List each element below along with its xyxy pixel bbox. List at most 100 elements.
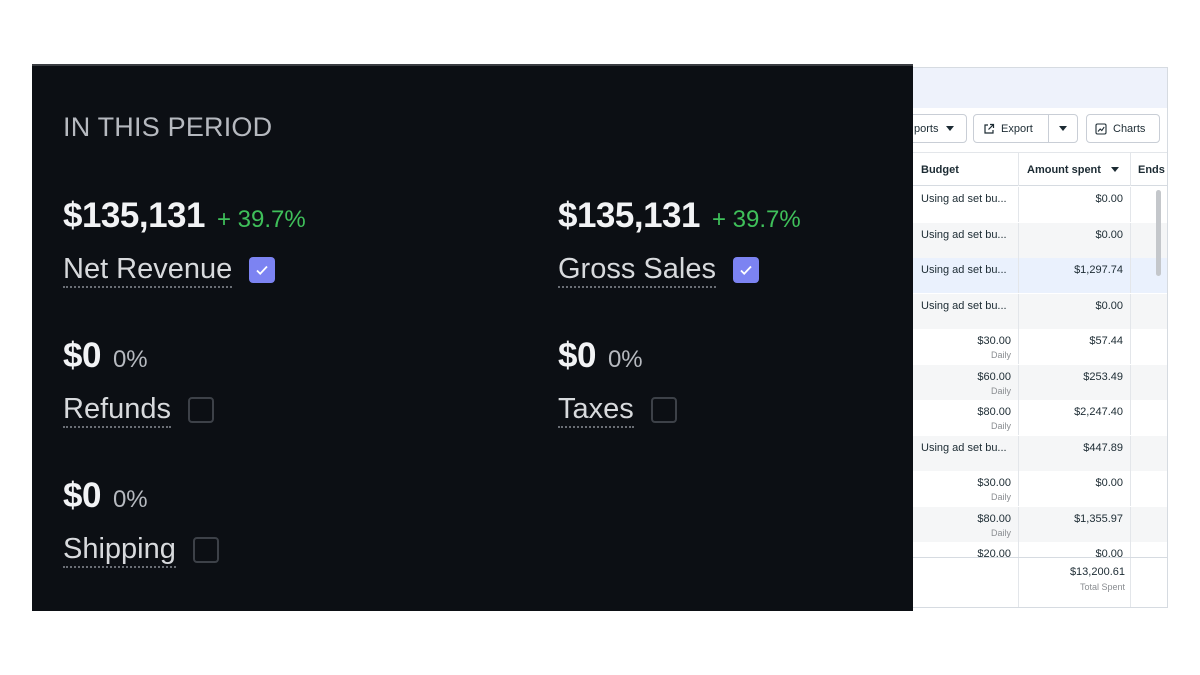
checkmark-icon	[740, 265, 752, 275]
table-footer: $13,200.61 Total Spent	[913, 557, 1167, 607]
amount-spent-cell: $253.49	[1018, 364, 1131, 400]
metric-label[interactable]: Refunds	[63, 392, 172, 428]
amount-spent-value: $447.89	[1083, 441, 1123, 454]
column-header-amount-spent[interactable]: Amount spent	[1018, 153, 1131, 186]
budget-cell: $80.00 Daily	[913, 400, 1018, 435]
amount-spent-cell: $2,247.40	[1018, 400, 1131, 435]
budget-period: Daily	[990, 527, 1011, 538]
ads-manager-table: ports Export Charts Budget Amount spent	[913, 67, 1168, 608]
table-row[interactable]: Using ad set bu... $447.89	[913, 435, 1167, 471]
charts-button[interactable]: Charts	[1086, 114, 1160, 143]
metric-refunds: $0 0% Refunds	[63, 336, 215, 428]
budget-value: Using ad set bu...	[921, 299, 1007, 312]
budget-period: Daily	[990, 492, 1011, 502]
export-icon	[984, 123, 995, 134]
table-row[interactable]: $80.00 Daily $1,355.97	[913, 506, 1167, 542]
metric-net-revenue: $135,131 + 39.7% Net Revenue	[63, 196, 306, 288]
table-row[interactable]: $60.00 Daily $253.49	[913, 364, 1167, 400]
metric-label[interactable]: Taxes	[558, 392, 634, 428]
amount-spent-value: $57.44	[1089, 335, 1123, 347]
budget-value: $60.00	[977, 370, 1011, 383]
metric-change: + 39.7%	[216, 206, 306, 233]
budget-cell: Using ad set bu...	[913, 223, 1018, 258]
budget-value: Using ad set bu...	[921, 441, 1007, 454]
metric-taxes: $0 0% Taxes	[558, 336, 677, 428]
budget-value: Using ad set bu...	[921, 264, 1007, 276]
table-row[interactable]: Using ad set bu... $0.00	[913, 187, 1167, 222]
column-header-ends[interactable]: Ends	[1138, 153, 1167, 186]
metric-label[interactable]: Shipping	[63, 532, 176, 568]
table-header: Budget Amount spent Ends	[913, 152, 1167, 186]
metric-label[interactable]: Net Revenue	[63, 252, 233, 288]
metric-change: + 39.7%	[711, 206, 801, 233]
sort-caret-icon	[1110, 167, 1119, 172]
amount-spent-value: $253.49	[1083, 370, 1123, 383]
metric-gross-sales: $135,131 + 39.7% Gross Sales	[558, 196, 801, 288]
metric-value: $0	[63, 476, 101, 515]
net-revenue-checkbox[interactable]	[249, 257, 276, 283]
budget-cell: Using ad set bu...	[913, 436, 1018, 471]
budget-cell: Using ad set bu...	[913, 187, 1018, 222]
metric-change: 0%	[607, 346, 643, 373]
budget-cell: $30.00 Daily	[913, 329, 1018, 364]
shipping-checkbox[interactable]	[192, 537, 219, 563]
panel-title: IN THIS PERIOD	[63, 112, 273, 142]
vertical-scrollbar[interactable]	[1156, 190, 1161, 276]
total-spent-cell: $13,200.61 Total Spent	[1018, 558, 1131, 607]
table-row[interactable]: Using ad set bu... $0.00	[913, 222, 1167, 258]
budget-value: $30.00	[977, 335, 1011, 347]
amount-spent-value: $2,247.40	[1074, 406, 1123, 418]
gross-sales-checkbox[interactable]	[732, 257, 759, 283]
checkmark-icon	[256, 265, 268, 275]
column-header-budget[interactable]: Budget	[921, 153, 1017, 186]
budget-value: Using ad set bu...	[921, 228, 1007, 241]
budget-value: $30.00	[977, 477, 1011, 489]
column-header-label: Ends	[1138, 163, 1165, 176]
export-label: Export	[1001, 122, 1033, 135]
reports-label: ports	[914, 122, 939, 135]
amount-spent-value: $1,355.97	[1074, 512, 1123, 525]
budget-value: Using ad set bu...	[921, 193, 1007, 205]
budget-period: Daily	[990, 385, 1011, 396]
export-dropdown-button[interactable]	[1048, 114, 1078, 143]
header-band	[913, 68, 1167, 108]
metric-shipping: $0 0% Shipping	[63, 476, 219, 568]
table-row[interactable]: Using ad set bu... $0.00	[913, 293, 1167, 329]
table-row[interactable]: $30.00 Daily $57.44	[913, 329, 1167, 364]
amount-spent-value: $1,297.74	[1074, 264, 1123, 276]
amount-spent-cell: $0.00	[1018, 187, 1131, 222]
charts-label: Charts	[1113, 122, 1146, 135]
metric-change: 0%	[112, 346, 148, 373]
refunds-checkbox[interactable]	[188, 397, 215, 423]
export-button[interactable]: Export	[973, 114, 1049, 143]
amount-spent-cell: $0.00	[1018, 293, 1131, 329]
taxes-checkbox[interactable]	[650, 397, 677, 423]
chevron-down-icon	[946, 126, 955, 131]
amount-spent-value: $0.00	[1095, 477, 1123, 489]
table-row[interactable]: Using ad set bu... $1,297.74	[913, 258, 1167, 293]
amount-spent-cell: $0.00	[1018, 222, 1131, 258]
metric-value: $0	[63, 336, 101, 375]
table-row[interactable]: $30.00 Daily $0.00	[913, 471, 1167, 506]
budget-cell: Using ad set bu...	[913, 294, 1018, 329]
metric-value: $0	[558, 336, 596, 375]
amount-spent-cell: $447.89	[1018, 435, 1131, 471]
budget-cell: $60.00 Daily	[913, 365, 1018, 400]
amount-spent-cell: $1,355.97	[1018, 506, 1131, 542]
chevron-down-icon	[1059, 126, 1067, 131]
budget-period: Daily	[990, 421, 1011, 431]
amount-spent-cell: $1,297.74	[1018, 258, 1131, 293]
table-row[interactable]: $80.00 Daily $2,247.40	[913, 400, 1167, 435]
reports-button[interactable]: ports	[913, 114, 967, 143]
amount-spent-value: $0.00	[1095, 193, 1123, 205]
amount-spent-cell: $57.44	[1018, 329, 1131, 364]
budget-cell: Using ad set bu...	[913, 258, 1018, 293]
table-toolbar: ports Export Charts	[913, 114, 1167, 144]
column-header-label: Amount spent	[1027, 163, 1101, 176]
budget-cell: $80.00 Daily	[913, 507, 1018, 542]
total-spent-label: Total Spent	[1079, 582, 1125, 592]
amount-spent-value: $0.00	[1095, 228, 1123, 241]
metric-value: $135,131	[558, 196, 700, 235]
budget-cell: $30.00 Daily	[913, 471, 1018, 506]
metric-label[interactable]: Gross Sales	[558, 252, 716, 288]
